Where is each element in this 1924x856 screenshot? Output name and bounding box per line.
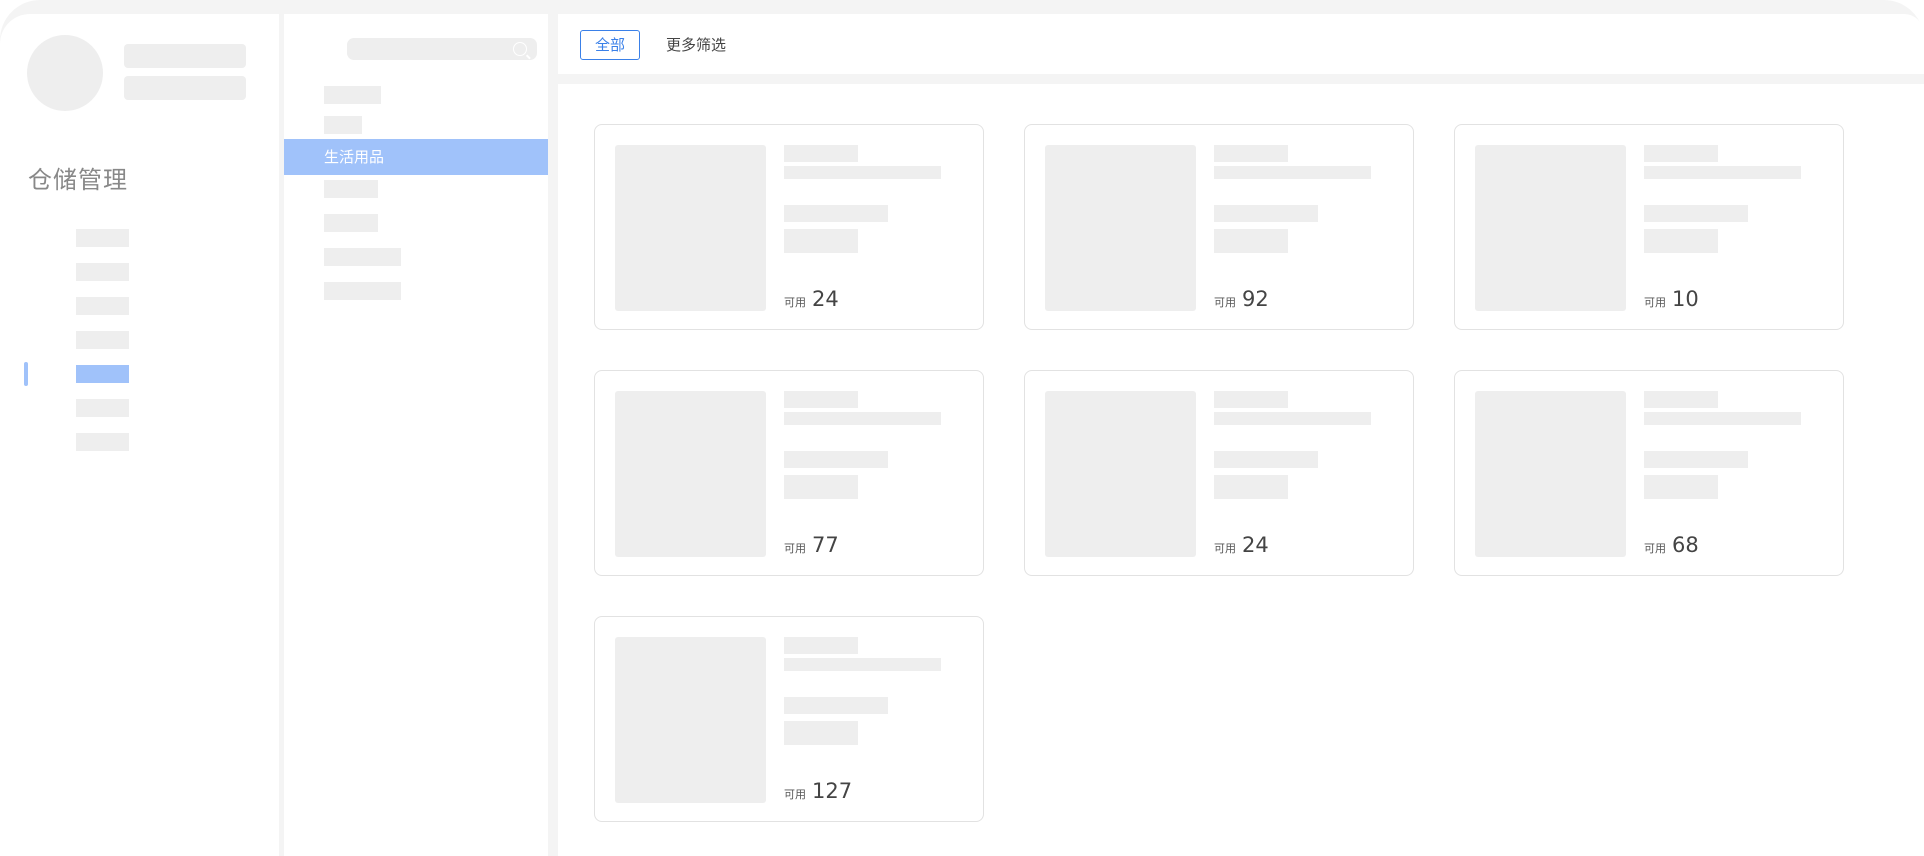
category-item[interactable] (324, 86, 381, 104)
app-title: 仓储管理 (28, 166, 128, 194)
product-image (615, 145, 766, 311)
product-card[interactable]: 可用 24 (1024, 370, 1414, 576)
avatar[interactable] (27, 35, 103, 111)
availability-count: 92 (1242, 287, 1269, 311)
product-title-placeholder (784, 391, 858, 408)
product-meta-placeholder (1644, 205, 1748, 222)
availability: 可用 92 (1214, 287, 1269, 313)
product-image (1475, 145, 1626, 311)
availability: 可用 24 (1214, 533, 1269, 559)
availability-count: 10 (1672, 287, 1699, 311)
availability-label: 可用 (1214, 296, 1236, 309)
product-title-placeholder (1644, 145, 1718, 162)
product-desc-placeholder (1644, 166, 1801, 179)
product-desc-placeholder (1214, 166, 1371, 179)
availability-label: 可用 (784, 542, 806, 555)
product-meta-placeholder (1214, 451, 1318, 468)
availability: 可用 127 (784, 779, 852, 805)
product-title-placeholder (1644, 391, 1718, 408)
availability-label: 可用 (1214, 542, 1236, 555)
availability-count: 24 (1242, 533, 1269, 557)
product-meta-placeholder (784, 697, 888, 714)
availability-label: 可用 (1644, 542, 1666, 555)
product-card[interactable]: 可用 10 (1454, 124, 1844, 330)
availability-label: 可用 (1644, 296, 1666, 309)
filter-more-button[interactable]: 更多筛选 (666, 30, 726, 60)
availability: 可用 10 (1644, 287, 1699, 313)
product-desc-placeholder (1644, 412, 1801, 425)
category-item[interactable] (324, 248, 401, 266)
product-tag-placeholder (1644, 229, 1718, 253)
product-desc-placeholder (784, 658, 941, 671)
category-item[interactable] (324, 180, 378, 198)
availability-label: 可用 (784, 788, 806, 801)
product-tag-placeholder (784, 475, 858, 499)
product-tag-placeholder (784, 721, 858, 745)
category-panel: 生活用品 (284, 14, 548, 856)
sidebar-item-4[interactable] (76, 331, 129, 349)
product-meta-placeholder (1214, 205, 1318, 222)
sidebar-active-indicator (24, 362, 28, 386)
availability-count: 127 (812, 779, 853, 803)
sidebar-item-3[interactable] (76, 297, 129, 315)
product-tag-placeholder (1214, 229, 1288, 253)
filter-toolbar: 全部 更多筛选 (558, 14, 1924, 74)
product-title-placeholder (1214, 391, 1288, 408)
product-grid: 可用 24 可用 92 可用 10 可用 77 可用 24 可用 68 可用 1… (558, 84, 1924, 856)
availability: 可用 77 (784, 533, 839, 559)
user-name-placeholder (124, 44, 246, 68)
category-item[interactable] (324, 282, 401, 300)
sidebar-item-1[interactable] (76, 229, 129, 247)
product-title-placeholder (1214, 145, 1288, 162)
product-card[interactable]: 可用 77 (594, 370, 984, 576)
sidebar: 仓储管理 (0, 14, 279, 856)
category-search-input[interactable] (347, 38, 537, 60)
product-meta-placeholder (784, 451, 888, 468)
product-tag-placeholder (1644, 475, 1718, 499)
availability-count: 77 (812, 533, 839, 557)
product-title-placeholder (784, 637, 858, 654)
availability-count: 68 (1672, 533, 1699, 557)
user-role-placeholder (124, 76, 246, 100)
search-icon[interactable] (513, 42, 527, 56)
product-card[interactable]: 可用 68 (1454, 370, 1844, 576)
product-image (1475, 391, 1626, 557)
sidebar-item-6[interactable] (76, 399, 129, 417)
product-card[interactable]: 可用 92 (1024, 124, 1414, 330)
product-title-placeholder (784, 145, 858, 162)
product-card[interactable]: 可用 24 (594, 124, 984, 330)
availability: 可用 68 (1644, 533, 1699, 559)
product-desc-placeholder (784, 412, 941, 425)
availability: 可用 24 (784, 287, 839, 313)
category-item[interactable] (324, 214, 378, 232)
product-meta-placeholder (784, 205, 888, 222)
product-image (1045, 145, 1196, 311)
product-meta-placeholder (1644, 451, 1748, 468)
product-card[interactable]: 可用 127 (594, 616, 984, 822)
product-tag-placeholder (784, 229, 858, 253)
product-image (615, 637, 766, 803)
product-image (615, 391, 766, 557)
category-item[interactable] (324, 116, 362, 134)
availability-count: 24 (812, 287, 839, 311)
sidebar-item-5-active[interactable] (76, 365, 129, 383)
filter-tab-all[interactable]: 全部 (580, 30, 640, 60)
sidebar-item-7[interactable] (76, 433, 129, 451)
product-image (1045, 391, 1196, 557)
product-desc-placeholder (1214, 412, 1371, 425)
product-desc-placeholder (784, 166, 941, 179)
availability-label: 可用 (784, 296, 806, 309)
product-tag-placeholder (1214, 475, 1288, 499)
sidebar-item-2[interactable] (76, 263, 129, 281)
category-item-selected[interactable]: 生活用品 (284, 139, 548, 175)
